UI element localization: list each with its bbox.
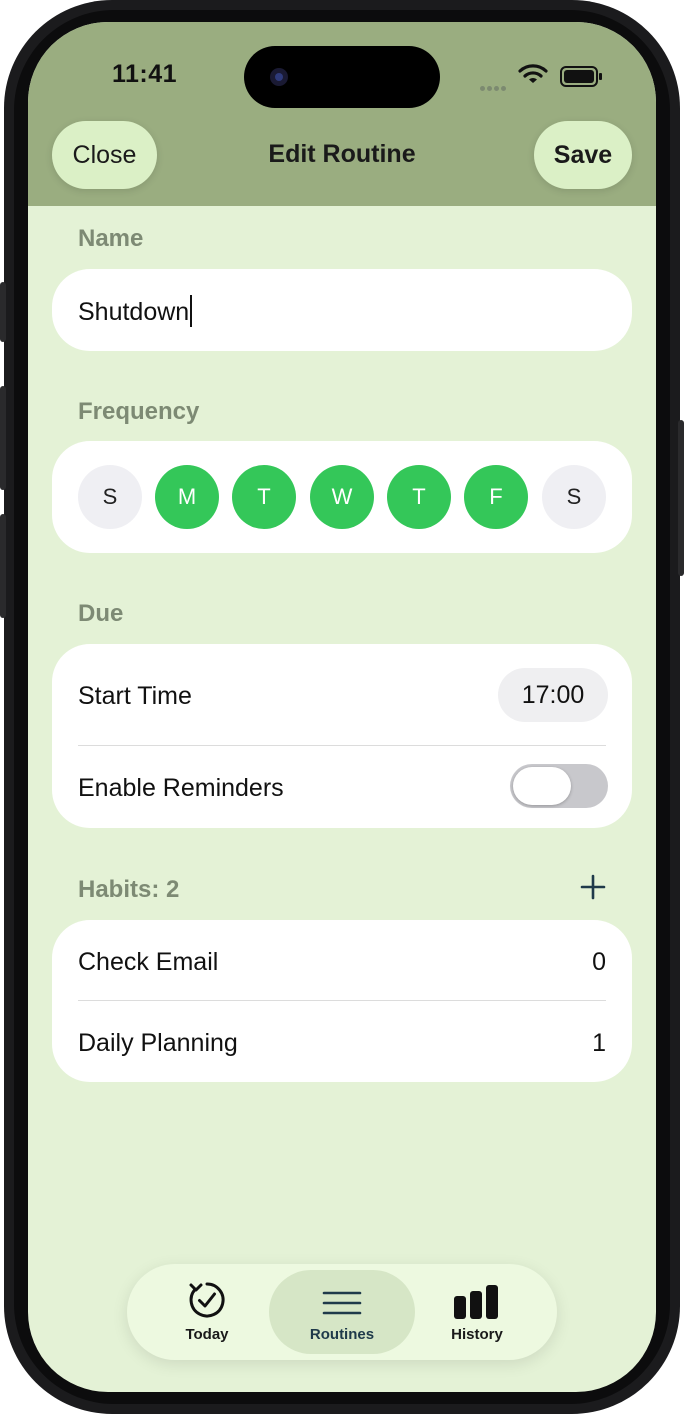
tab-label: History [451,1326,503,1343]
tab-routines[interactable]: Routines [269,1270,415,1354]
tab-bar: Today Routines History [127,1264,557,1360]
status-time: 11:41 [112,60,178,88]
habit-count: 1 [592,1029,606,1057]
bar-chart-icon [454,1285,498,1319]
start-time-label: Start Time [78,682,192,710]
habit-name: Check Email [78,948,219,976]
add-habit-plus-icon[interactable] [576,870,610,904]
frequency-day-picker: S M T W T F S [52,441,632,553]
day-toggle-wednesday[interactable]: W [310,465,374,529]
day-toggle-sunday[interactable]: S [78,465,142,529]
divider [78,745,606,746]
name-input[interactable]: Shutdown [52,269,632,351]
wifi-icon [518,64,548,83]
day-toggle-saturday[interactable]: S [542,465,606,529]
nav-header: 11:41 Close Edit Routine Save [28,22,656,206]
enable-reminders-label: Enable Reminders [78,774,284,802]
volume-down-button [0,514,6,618]
circular-check-icon [189,1282,225,1318]
enable-reminders-toggle[interactable] [510,764,608,808]
day-toggle-friday[interactable]: F [464,465,528,529]
text-caret [190,295,193,327]
save-button[interactable]: Save [534,121,632,189]
habit-count: 0 [592,948,606,976]
due-section-label: Due [78,600,124,627]
start-time-picker[interactable]: 17:00 [498,668,608,722]
name-input-value: Shutdown [78,295,193,327]
list-lines-icon [322,1291,362,1315]
divider [78,1000,606,1001]
tab-today[interactable]: Today [137,1264,277,1360]
tab-label: Routines [309,1326,375,1343]
habits-list: Check Email 0 Daily Planning 1 [52,920,632,1082]
day-toggle-thursday[interactable]: T [387,465,451,529]
camera-icon [270,68,288,86]
tab-history[interactable]: History [407,1264,547,1360]
cellular-signal-icon [480,78,508,96]
app-screen: 11:41 Close Edit Routine Save Name Shutd… [28,22,656,1392]
frequency-section-label: Frequency [78,398,200,425]
name-section-label: Name [78,225,144,252]
volume-up-button [0,386,6,490]
day-toggle-tuesday[interactable]: T [232,465,296,529]
action-button [0,282,6,342]
toggle-knob [513,767,571,805]
tab-label: Today [185,1326,229,1343]
dynamic-island [244,46,440,108]
power-button [678,420,684,576]
due-settings-card: Start Time 17:00 Enable Reminders [52,644,632,828]
habit-name: Daily Planning [78,1029,238,1057]
day-toggle-monday[interactable]: M [155,465,219,529]
battery-icon [560,66,602,87]
habits-section-label: Habits: 2 [78,876,180,903]
